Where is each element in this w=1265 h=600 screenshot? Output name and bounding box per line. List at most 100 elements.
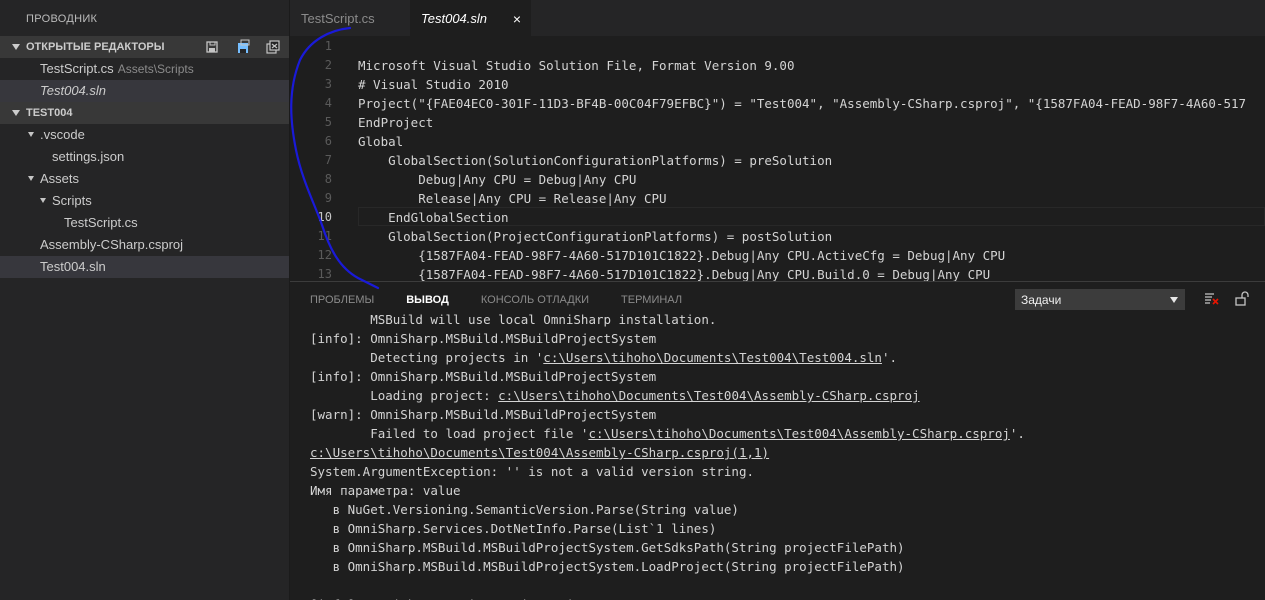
tree-item-label: Assembly-CSharp.csproj xyxy=(40,237,184,252)
open-editors-label: ОТКРЫТЫЕ РЕДАКТОРЫ xyxy=(26,41,165,53)
chevron-down-icon xyxy=(28,132,34,138)
chevron-down-icon xyxy=(12,44,20,50)
output-line: [info]: OmniSharp.Script.ScriptProjectSy… xyxy=(310,595,641,600)
tree-item-label: TestScript.cs xyxy=(64,215,138,230)
output-channel-value: Задачи xyxy=(1021,293,1062,307)
tab-label: Test004.sln xyxy=(421,11,488,26)
code-line[interactable]: 8 Debug|Any CPU = Debug|Any CPU xyxy=(290,170,1265,189)
tab-label: TestScript.cs xyxy=(301,11,375,26)
tree-file-assembly-csproj[interactable]: Assembly-CSharp.csproj xyxy=(0,234,289,256)
output-line: System.ArgumentException: '' is not a va… xyxy=(310,462,754,481)
clear-output-icon[interactable] xyxy=(1203,291,1219,307)
output-text: [info]: OmniSharp.MSBuild.MSBuildProject… xyxy=(310,369,657,384)
code-text: EndGlobalSection xyxy=(358,210,509,225)
code-line[interactable]: 3 # Visual Studio 2010 xyxy=(290,75,1265,94)
output-line: в OmniSharp.Services.DotNetInfo.Parse(Li… xyxy=(310,519,717,538)
explorer-title: ПРОВОДНИК xyxy=(26,13,98,25)
close-all-icon[interactable] xyxy=(265,39,281,55)
chevron-down-icon xyxy=(28,176,34,182)
code-line[interactable]: 4 Project("{FAE04EC0-301F-11D3-BF4B-00C04… xyxy=(290,94,1265,113)
open-editor-item-testscript[interactable]: TestScript.cs Assets\Scripts xyxy=(0,58,289,80)
code-line[interactable]: 1 xyxy=(290,37,1265,56)
output-text: '. xyxy=(1009,426,1025,441)
output-line: [warn]: OmniSharp.MSBuild.MSBuildProject… xyxy=(310,405,656,424)
output-text: в NuGet.Versioning.SemanticVersion.Parse… xyxy=(310,502,739,517)
file-link[interactable]: c:\Users\tihoho\Documents\Test004\Assemb… xyxy=(498,388,919,403)
bottom-panel: ПРОБЛЕМЫ ВЫВОД КОНСОЛЬ ОТЛАДКИ ТЕРМИНАЛ … xyxy=(290,281,1265,600)
line-number: 8 xyxy=(324,172,332,186)
code-line[interactable]: 11 GlobalSection(ProjectConfigurationPla… xyxy=(290,227,1265,246)
output-line: [info]: OmniSharp.MSBuild.MSBuildProject… xyxy=(310,367,656,386)
open-editors-header[interactable]: ОТКРЫТЫЕ РЕДАКТОРЫ xyxy=(0,36,289,58)
tree-folder-scripts[interactable]: Scripts xyxy=(0,190,289,212)
explorer-sidebar: ПРОВОДНИК ОТКРЫТЫЕ РЕДАКТОРЫ TestScript.… xyxy=(0,0,290,600)
tree-file-settings-json[interactable]: settings.json xyxy=(0,146,289,168)
file-link[interactable]: c:\Users\tihoho\Documents\Test004\Assemb… xyxy=(588,426,1009,441)
tree-item-label: settings.json xyxy=(52,149,125,164)
code-line[interactable]: 9 Release|Any CPU = Release|Any CPU xyxy=(290,189,1265,208)
output-line: Detecting projects in 'c:\Users\tihoho\D… xyxy=(310,348,897,367)
save-all-icon[interactable] xyxy=(205,39,221,55)
open-editor-item-name: TestScript.cs xyxy=(40,61,114,76)
tree-file-testscript-cs[interactable]: TestScript.cs xyxy=(0,212,289,234)
save-icon[interactable] xyxy=(235,39,251,55)
open-editor-item-name: Test004.sln xyxy=(40,83,107,98)
workspace-label: TEST004 xyxy=(26,107,73,119)
output-line: MSBuild will use local OmniSharp install… xyxy=(310,311,716,329)
code-line[interactable]: 5 EndProject xyxy=(290,113,1265,132)
output-line: [info]: OmniSharp.MSBuild.MSBuildProject… xyxy=(310,329,656,348)
line-number: 4 xyxy=(324,96,332,110)
workspace-header[interactable]: TEST004 xyxy=(0,102,289,124)
open-editor-item-test004-sln[interactable]: Test004.sln xyxy=(0,80,289,102)
code-text: Project("{FAE04EC0-301F-11D3-BF4B-00C04F… xyxy=(358,96,1247,111)
open-editor-item-path: Assets\Scripts xyxy=(117,62,194,76)
code-line[interactable]: 6 Global xyxy=(290,132,1265,151)
file-link[interactable]: c:\Users\tihoho\Documents\Test004\Test00… xyxy=(543,350,882,365)
code-text: Debug|Any CPU = Debug|Any CPU xyxy=(358,172,637,187)
code-line[interactable]: 7 GlobalSection(SolutionConfigurationPla… xyxy=(290,151,1265,170)
code-text: {1587FA04-FEAD-98F7-4A60-517D101C1822}.D… xyxy=(358,248,1006,263)
line-number: 13 xyxy=(317,267,332,281)
file-link[interactable]: c:\Users\tihoho\Documents\Test004\Assemb… xyxy=(310,445,769,460)
output-text: [info]: OmniSharp.MSBuild.MSBuildProject… xyxy=(310,331,657,346)
close-icon[interactable]: × xyxy=(513,0,521,38)
open-editors-actions xyxy=(205,39,281,55)
tab-test004-sln[interactable]: Test004.sln × xyxy=(410,0,531,36)
code-editor[interactable]: 1 2 Microsoft Visual Studio Solution File,… xyxy=(290,36,1265,281)
output-text: MSBuild will use local OmniSharp install… xyxy=(310,312,717,327)
tree-folder-assets[interactable]: Assets xyxy=(0,168,289,190)
code-line[interactable]: 10 EndGlobalSection xyxy=(290,208,1265,227)
output-text: в OmniSharp.MSBuild.MSBuildProjectSystem… xyxy=(310,540,905,555)
output-text: в OmniSharp.Services.DotNetInfo.Parse(Li… xyxy=(310,521,717,536)
line-number: 10 xyxy=(317,210,332,224)
code-line[interactable]: 13 {1587FA04-FEAD-98F7-4A60-517D101C1822… xyxy=(290,265,1265,281)
tree-file-test004-sln[interactable]: Test004.sln xyxy=(0,256,289,278)
tree-folder-vscode[interactable]: .vscode xyxy=(0,124,289,146)
output-line: c:\Users\tihoho\Documents\Test004\Assemb… xyxy=(310,443,769,462)
output-line: в OmniSharp.MSBuild.MSBuildProjectSystem… xyxy=(310,557,905,576)
output-text: '. xyxy=(881,350,898,365)
line-number: 5 xyxy=(324,115,332,129)
output-line: Имя параметра: value xyxy=(310,481,461,500)
output-text: Failed to load project file ' xyxy=(310,426,589,441)
code-text: EndProject xyxy=(358,115,434,130)
output-channel-select[interactable]: Задачи xyxy=(1015,289,1185,310)
line-number: 7 xyxy=(324,153,332,167)
output-line: в OmniSharp.MSBuild.MSBuildProjectSystem… xyxy=(310,538,905,557)
code-text: Release|Any CPU = Release|Any CPU xyxy=(358,191,667,206)
code-line[interactable]: 2 Microsoft Visual Studio Solution File, … xyxy=(290,56,1265,75)
output-line: Loading project: c:\Users\tihoho\Documen… xyxy=(310,386,919,405)
code-line[interactable]: 12 {1587FA04-FEAD-98F7-4A60-517D101C1822… xyxy=(290,246,1265,265)
tree-item-label: Test004.sln xyxy=(40,259,106,274)
editor-tabs: TestScript.cs Test004.sln × xyxy=(290,0,1265,36)
output-log[interactable]: MSBuild will use local OmniSharp install… xyxy=(310,311,1265,600)
tab-testscript-cs[interactable]: TestScript.cs xyxy=(290,0,410,36)
tree-item-label: Scripts xyxy=(52,193,92,208)
line-number: 11 xyxy=(317,229,332,243)
output-text: Loading project: xyxy=(310,388,499,403)
lock-scroll-icon[interactable] xyxy=(1233,291,1249,307)
line-number: 6 xyxy=(324,134,332,148)
tree-item-label: .vscode xyxy=(40,127,85,142)
code-text: GlobalSection(SolutionConfigurationPlatf… xyxy=(358,153,833,168)
code-text: Microsoft Visual Studio Solution File, F… xyxy=(358,58,795,73)
